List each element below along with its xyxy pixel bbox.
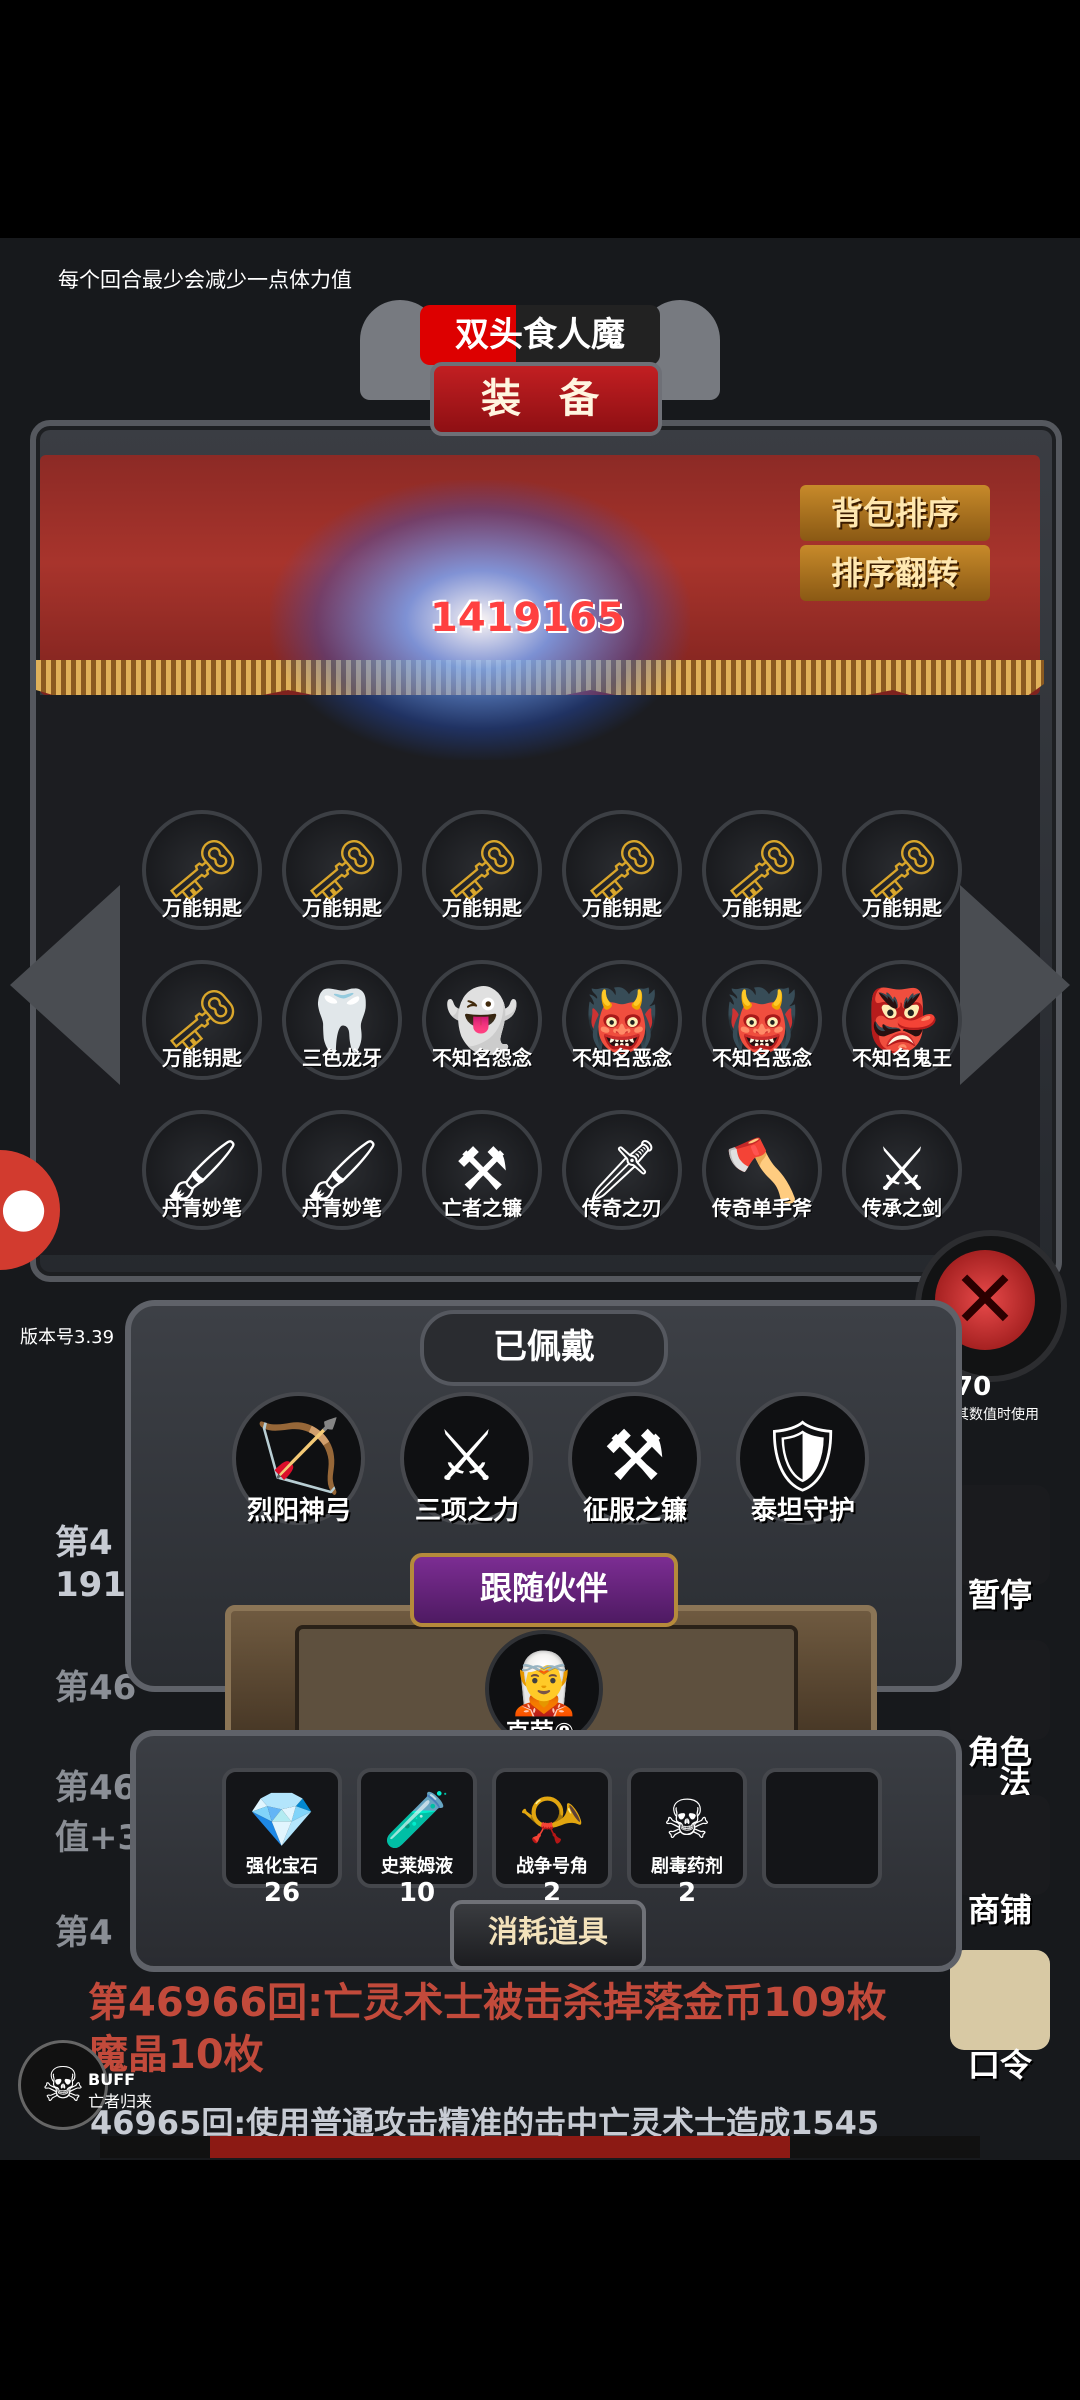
equipped-slot[interactable]: ⚔ 三项之力	[400, 1392, 533, 1526]
hint-text: 每个回合最少会减少一点体力值	[58, 268, 352, 292]
item-label: 万能钥匙	[862, 896, 942, 920]
inventory-slot[interactable]: 🪓 传奇单手斧	[702, 1110, 822, 1230]
consumable-slot[interactable]: ☠ 剧毒药剂 2	[627, 1768, 747, 1908]
item-label: 传承之剑	[862, 1196, 942, 1220]
item-label: 丹青妙笔	[302, 1196, 382, 1220]
log-line: 第46	[55, 1668, 137, 1708]
item-label: 万能钥匙	[162, 1046, 242, 1070]
partner-title: 跟随伙伴	[410, 1553, 678, 1627]
inventory-slot[interactable]: ⚔ 传承之剑	[842, 1110, 962, 1230]
inventory-slot[interactable]: ⚒ 亡者之镰	[422, 1110, 542, 1230]
consumable-slot[interactable]: 🧪 史莱姆液 10	[357, 1768, 477, 1908]
inventory-slot[interactable]: 👹 不知名恶念	[562, 960, 682, 1080]
inventory-slot[interactable]: 👹 不知名恶念	[702, 960, 822, 1080]
item-label: 传奇单手斧	[712, 1196, 812, 1220]
progress-bar-fill	[210, 2136, 790, 2158]
command-label[interactable]: 口令	[945, 2040, 1055, 2086]
inventory-slot[interactable]: 👺 不知名鬼王	[842, 960, 962, 1080]
equipped-title: 已佩戴	[420, 1310, 668, 1386]
inventory-slot[interactable]: 🗝 万能钥匙	[142, 960, 262, 1080]
sort-reverse-button[interactable]: 排序翻转	[800, 545, 990, 601]
user-icon: ●	[0, 1175, 48, 1238]
item-label: 不知名鬼王	[852, 1046, 952, 1070]
consumable-slot[interactable]: 💎 强化宝石 26	[222, 1768, 342, 1908]
damage-number: 1419165	[430, 595, 625, 641]
shop-icon[interactable]	[950, 1795, 1050, 1895]
item-label: 不知名恶念	[572, 1046, 672, 1070]
equipped-item-label: 烈阳神弓	[246, 1496, 351, 1526]
item-label: 万能钥匙	[722, 896, 802, 920]
inventory-slot[interactable]: 🦷 三色龙牙	[282, 960, 402, 1080]
inventory-slot[interactable]: 🗝 万能钥匙	[702, 810, 822, 930]
item-label: 万能钥匙	[582, 896, 662, 920]
buff-tag: BUFF	[88, 2070, 136, 2089]
consumables-title: 消耗道具	[450, 1900, 646, 1970]
equipped-slot[interactable]: ⚒ 征服之镰	[568, 1392, 701, 1526]
equipped-slot[interactable]: 🏹 烈阳神弓	[232, 1392, 365, 1526]
empty-consumable-slot[interactable]	[762, 1768, 882, 1888]
buff-name: 亡者归来	[88, 2092, 153, 2111]
equipped-item-label: 三项之力	[414, 1496, 519, 1526]
inventory-slot[interactable]: 🖌 丹青妙笔	[282, 1110, 402, 1230]
consumable-count: 2	[677, 1878, 697, 1908]
sort-bag-button[interactable]: 背包排序	[800, 485, 990, 541]
consumable-label: 战争号角	[516, 1856, 588, 1877]
inventory-slot[interactable]: 🗝 万能钥匙	[562, 810, 682, 930]
inventory-slot[interactable]: 🗝 万能钥匙	[422, 810, 542, 930]
inventory-slot[interactable]: 🗝 万能钥匙	[842, 810, 962, 930]
log-line: 第4	[55, 1523, 113, 1563]
item-label: 不知名恶念	[712, 1046, 812, 1070]
item-label: 丹青妙笔	[162, 1196, 242, 1220]
item-label: 亡者之镰	[442, 1196, 522, 1220]
inventory-slot[interactable]: 🗡 传奇之刃	[562, 1110, 682, 1230]
inventory-slot[interactable]: 👻 不知名怨念	[422, 960, 542, 1080]
equipped-slot[interactable]: 🛡 泰坦守护	[736, 1392, 869, 1526]
equipped-item-label: 征服之镰	[582, 1496, 687, 1526]
consumable-label: 强化宝石	[246, 1856, 318, 1877]
boss-name: 双头食人魔	[420, 305, 660, 365]
hooded-avatar-icon[interactable]	[950, 1640, 1050, 1740]
inventory-slot[interactable]: 🗝 万能钥匙	[282, 810, 402, 930]
log-line: 第4	[55, 1913, 113, 1953]
log-line: 第46	[55, 1768, 137, 1808]
consumable-count: 26	[263, 1878, 301, 1908]
inventory-slot[interactable]: 🗝 万能钥匙	[142, 810, 262, 930]
log-line-red: 第46966回:亡灵术士被击杀掉落金币109枚	[88, 1980, 887, 2026]
consumable-label: 剧毒药剂	[651, 1856, 723, 1877]
item-label: 万能钥匙	[442, 896, 522, 920]
log-line: 191	[55, 1565, 126, 1605]
item-label: 三色龙牙	[302, 1046, 382, 1070]
item-label: 传奇之刃	[582, 1196, 662, 1220]
inventory-slot[interactable]: 🖌 丹青妙笔	[142, 1110, 262, 1230]
item-label: 万能钥匙	[302, 896, 382, 920]
stat-caption: 其数值时使用	[955, 1407, 1039, 1423]
scroll-icon[interactable]	[950, 1950, 1050, 2050]
panel-title: 装 备	[430, 362, 662, 436]
version-label: 版本号3.39	[20, 1327, 115, 1348]
item-label: 不知名怨念	[432, 1046, 532, 1070]
consumable-label: 史莱姆液	[381, 1856, 453, 1877]
log-line: 值+3	[55, 1818, 142, 1858]
consumable-slot[interactable]: 📯 战争号角 2	[492, 1768, 612, 1908]
item-label: 万能钥匙	[162, 896, 242, 920]
equipped-item-label: 泰坦守护	[750, 1496, 855, 1526]
